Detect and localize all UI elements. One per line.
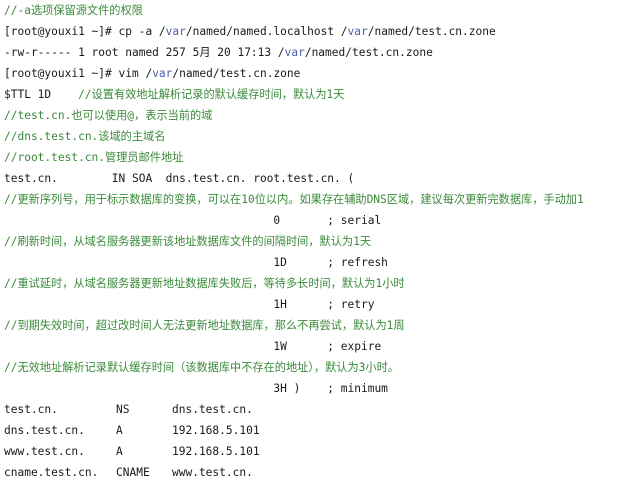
code-comment: //无效地址解析记录默认缓存时间（该数据库中不存在的地址），默认为3小时。: [4, 361, 399, 374]
record-name: test.cn.: [4, 403, 58, 416]
code-comment: //到期失效时间，超过改时间人无法更新地址数据库，那么不再尝试，默认为1周: [4, 319, 405, 332]
record-value: 192.168.5.101: [172, 424, 260, 437]
code-line: //-a选项保留源文件的权限: [0, 0, 640, 21]
code-text: [root@youxi1 ~]# vim /: [4, 67, 153, 80]
code-line: test.cn. IN SOA dns.test.cn. root.test.c…: [0, 168, 640, 189]
code-line: //test.cn.也可以使用@，表示当前的域: [0, 105, 640, 126]
code-line: [root@youxi1 ~]# cp -a /var/named/named.…: [0, 21, 640, 42]
code-text: /named/test.cn.zone: [367, 25, 496, 38]
code-comment: //test.cn.也可以使用@，表示当前的域: [4, 109, 213, 122]
record-name: www.test.cn.: [4, 445, 85, 458]
code-snippet: //-a选项保留源文件的权限 [root@youxi1 ~]# cp -a /va…: [0, 0, 640, 480]
code-line: 0 ; serial: [0, 210, 640, 231]
code-line: //到期失效时间，超过改时间人无法更新地址数据库，那么不再尝试，默认为1周: [0, 315, 640, 336]
code-line: 1H ; retry: [0, 294, 640, 315]
code-line: //更新序列号，用于标示数据库的变换，可以在10位以内。如果存在辅助DNS区域，…: [0, 189, 640, 210]
code-text: 3H ) ; minimum: [4, 382, 388, 395]
code-text: /named/test.cn.zone: [172, 67, 301, 80]
code-comment: //dns.test.cn.该域的主域名: [4, 130, 166, 143]
code-line: [root@youxi1 ~]# vim /var/named/test.cn.…: [0, 63, 640, 84]
code-line: //dns.test.cn.该域的主域名: [0, 126, 640, 147]
dns-record-table: test.cn. NS dns.test.cn. dns.test.cn. A 192.1…: [0, 399, 640, 483]
dns-record-row: test.cn. NS dns.test.cn.: [0, 399, 640, 420]
record-value: 192.168.5.101: [172, 445, 260, 458]
record-type: NS: [116, 403, 130, 416]
code-text: 0 ; serial: [4, 214, 382, 227]
dns-record-row: www.test.cn. A 192.168.5.101: [0, 441, 640, 462]
code-text: 1D ; refresh: [4, 256, 388, 269]
code-text: /named/named.localhost /: [185, 25, 348, 38]
path-keyword: var: [152, 67, 173, 80]
dns-record-row: dns.test.cn. A 192.168.5.101: [0, 420, 640, 441]
code-line: -rw-r----- 1 root named 257 5月 20 17:13 …: [0, 42, 640, 63]
code-comment: //root.test.cn.管理员邮件地址: [4, 151, 184, 164]
code-line: 1D ; refresh: [0, 252, 640, 273]
code-text: -rw-r----- 1 root named 257 5月 20 17:13 …: [4, 46, 285, 59]
code-line: //刷新时间，从域名服务器更新该地址数据库文件的间隔时间，默认为1天: [0, 231, 640, 252]
code-text: 1H ; retry: [4, 298, 375, 311]
code-text: $TTL 1D: [4, 88, 79, 101]
record-type: A: [116, 445, 123, 458]
code-line: //无效地址解析记录默认缓存时间（该数据库中不存在的地址），默认为3小时。: [0, 357, 640, 378]
code-comment: //-a选项保留源文件的权限: [4, 4, 143, 17]
record-value: dns.test.cn.: [172, 403, 253, 416]
code-comment: //刷新时间，从域名服务器更新该地址数据库文件的间隔时间，默认为1天: [4, 235, 372, 248]
record-name: dns.test.cn.: [4, 424, 85, 437]
code-text: /named/test.cn.zone: [304, 46, 433, 59]
code-line: 3H ) ; minimum: [0, 378, 640, 399]
record-type: A: [116, 424, 123, 437]
code-text: 1W ; expire: [4, 340, 382, 353]
code-text: [root@youxi1 ~]# cp -a /: [4, 25, 166, 38]
code-line: $TTL 1D //设置有效地址解析记录的默认缓存时间，默认为1天: [0, 84, 640, 105]
path-keyword: var: [284, 46, 305, 59]
code-line: //root.test.cn.管理员邮件地址: [0, 147, 640, 168]
code-comment: //更新序列号，用于标示数据库的变换，可以在10位以内。如果存在辅助DNS区域，…: [4, 193, 584, 206]
path-keyword: var: [165, 25, 186, 38]
code-comment: //重试延时，从域名服务器更新地址数据库失败后，等待多长时间，默认为1小时: [4, 277, 405, 290]
code-line: //重试延时，从域名服务器更新地址数据库失败后，等待多长时间，默认为1小时: [0, 273, 640, 294]
code-lines: //-a选项保留源文件的权限 [root@youxi1 ~]# cp -a /va…: [0, 0, 640, 399]
code-comment: //设置有效地址解析记录的默认缓存时间，默认为1天: [78, 88, 345, 101]
code-line: 1W ; expire: [0, 336, 640, 357]
code-text: test.cn. IN SOA dns.test.cn. root.test.c…: [4, 172, 355, 185]
path-keyword: var: [347, 25, 368, 38]
